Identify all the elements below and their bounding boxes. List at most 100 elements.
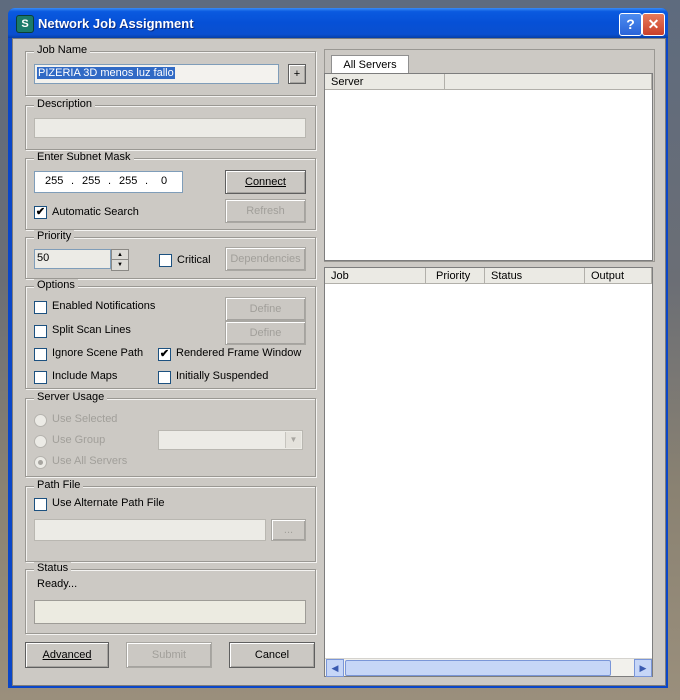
status-text: Ready... bbox=[37, 578, 78, 590]
job-name-group: Job Name PIZERIA 3D menos luz fallo + bbox=[25, 44, 316, 96]
use-selected-label: Use Selected bbox=[52, 413, 118, 425]
include-maps-label: Include Maps bbox=[52, 370, 118, 382]
refresh-button[interactable]: Refresh bbox=[225, 199, 306, 223]
use-group-label: Use Group bbox=[52, 434, 106, 446]
scroll-left-icon[interactable]: ◀ bbox=[326, 659, 344, 677]
enabled-notifications-label: Enabled Notifications bbox=[52, 300, 156, 312]
subnet-octet-3: 255 bbox=[119, 175, 138, 187]
options-group: Options Enabled Notifications Define Spl… bbox=[25, 279, 316, 389]
job-name-group-title: Job Name bbox=[34, 44, 91, 56]
description-group: Description bbox=[25, 98, 316, 150]
use-selected-radio[interactable] bbox=[34, 414, 47, 427]
job-name-value: PIZERIA 3D menos luz fallo bbox=[37, 67, 175, 79]
use-all-servers-radio[interactable] bbox=[34, 456, 47, 469]
subnet-mask-group-title: Enter Subnet Mask bbox=[34, 151, 134, 163]
priority-input[interactable]: 50 bbox=[34, 249, 111, 269]
status-progress-bar bbox=[34, 600, 306, 624]
tab-all-servers-label: All Servers bbox=[343, 59, 397, 71]
window-title: Network Job Assignment bbox=[38, 16, 194, 31]
rendered-frame-window-label: Rendered Frame Window bbox=[176, 347, 302, 359]
server-usage-group-title: Server Usage bbox=[34, 391, 108, 403]
automatic-search-label: Automatic Search bbox=[52, 206, 139, 218]
output-column-header[interactable]: Output bbox=[585, 268, 652, 284]
connect-label: Connect bbox=[245, 176, 286, 188]
server-extra-column-header[interactable] bbox=[445, 74, 652, 90]
status-group: Status Ready... bbox=[25, 562, 316, 634]
job-list-scrollbar[interactable]: ◀ ▶ bbox=[325, 658, 652, 677]
server-column-label: Server bbox=[331, 76, 364, 88]
status-column-header[interactable]: Status bbox=[485, 268, 585, 284]
browse-path-label: ... bbox=[283, 524, 294, 536]
subnet-dot-1: . bbox=[71, 175, 75, 187]
job-column-header[interactable]: Job bbox=[325, 268, 426, 284]
description-input[interactable] bbox=[34, 118, 306, 138]
subnet-dot-2: . bbox=[108, 175, 112, 187]
job-name-input[interactable]: PIZERIA 3D menos luz fallo bbox=[34, 64, 279, 84]
refresh-label: Refresh bbox=[246, 205, 285, 217]
priority-group-title: Priority bbox=[34, 230, 75, 242]
split-scan-lines-label: Split Scan Lines bbox=[52, 324, 131, 336]
enabled-notifications-checkbox[interactable] bbox=[34, 301, 47, 314]
split-scan-lines-checkbox[interactable] bbox=[34, 325, 47, 338]
help-button[interactable]: ? bbox=[619, 13, 642, 36]
connect-button[interactable]: Connect bbox=[225, 170, 306, 194]
define-scan-lines-button[interactable]: Define bbox=[225, 321, 306, 345]
group-select[interactable]: ▼ bbox=[158, 430, 303, 450]
server-usage-group: Server Usage Use Selected Use Group ▼ Us… bbox=[25, 391, 316, 477]
app-icon: S bbox=[16, 15, 34, 33]
rendered-frame-window-checkbox[interactable]: ✔ bbox=[158, 348, 171, 361]
initially-suspended-checkbox[interactable] bbox=[158, 371, 171, 384]
ignore-scene-path-label: Ignore Scene Path bbox=[52, 347, 144, 359]
priority-value: 50 bbox=[37, 252, 50, 264]
browse-path-button[interactable]: ... bbox=[271, 519, 306, 541]
use-alternate-path-label: Use Alternate Path File bbox=[52, 497, 165, 509]
subnet-octet-1: 255 bbox=[45, 175, 64, 187]
dependencies-label: Dependencies bbox=[230, 253, 301, 265]
priority-down-icon[interactable]: ▼ bbox=[111, 259, 129, 271]
status-group-title: Status bbox=[34, 562, 72, 574]
close-button[interactable]: ✕ bbox=[642, 13, 665, 36]
path-file-input[interactable] bbox=[34, 519, 266, 541]
chevron-down-icon[interactable]: ▼ bbox=[285, 432, 301, 448]
path-file-group-title: Path File bbox=[34, 479, 84, 491]
job-column-label: Job bbox=[331, 270, 349, 282]
cancel-button[interactable]: Cancel bbox=[229, 642, 315, 668]
automatic-search-checkbox[interactable]: ✔ bbox=[34, 206, 47, 219]
description-group-title: Description bbox=[34, 98, 96, 110]
options-group-title: Options bbox=[34, 279, 78, 291]
critical-checkbox[interactable] bbox=[159, 254, 172, 267]
subnet-mask-input[interactable]: 255 . 255 . 255 . 0 bbox=[34, 171, 183, 193]
define-notifications-label: Define bbox=[249, 303, 282, 315]
submit-button[interactable]: Submit bbox=[126, 642, 212, 668]
path-file-group: Path File Use Alternate Path File ... bbox=[25, 479, 316, 562]
priority-group: Priority 50 ▲ ▼ Critical Dependencies bbox=[25, 230, 316, 279]
tab-all-servers[interactable]: All Servers bbox=[331, 55, 409, 74]
subnet-octet-2: 255 bbox=[82, 175, 101, 187]
use-alternate-path-checkbox[interactable] bbox=[34, 498, 47, 511]
submit-label: Submit bbox=[151, 649, 187, 661]
scroll-right-icon[interactable]: ▶ bbox=[634, 659, 652, 677]
add-job-name-button[interactable]: + bbox=[288, 64, 306, 84]
server-list[interactable]: Server bbox=[324, 73, 653, 261]
define-notifications-button[interactable]: Define bbox=[225, 297, 306, 321]
ignore-scene-path-checkbox[interactable] bbox=[34, 348, 47, 361]
advanced-button[interactable]: Advanced bbox=[25, 642, 109, 668]
priority-column-header[interactable]: Priority bbox=[426, 268, 485, 284]
dialog-client-area: Job Name PIZERIA 3D menos luz fallo + De… bbox=[12, 38, 666, 686]
subnet-octet-4: 0 bbox=[161, 175, 168, 187]
output-column-label: Output bbox=[591, 270, 625, 282]
advanced-label: Advanced bbox=[42, 649, 92, 661]
subnet-mask-group: Enter Subnet Mask 255 . 255 . 255 . 0 Co… bbox=[25, 151, 316, 230]
scroll-thumb[interactable] bbox=[345, 660, 611, 676]
job-list[interactable]: Job Priority Status Output ◀ ▶ bbox=[324, 267, 653, 677]
initially-suspended-label: Initially Suspended bbox=[176, 370, 269, 382]
cancel-label: Cancel bbox=[254, 649, 290, 661]
priority-column-label: Priority bbox=[436, 270, 471, 282]
include-maps-checkbox[interactable] bbox=[34, 371, 47, 384]
server-column-header[interactable]: Server bbox=[325, 74, 445, 90]
subnet-dot-3: . bbox=[145, 175, 149, 187]
dependencies-button[interactable]: Dependencies bbox=[225, 247, 306, 271]
network-job-assignment-window: S Network Job Assignment ? ✕ Job Name PI… bbox=[8, 8, 668, 688]
use-group-radio[interactable] bbox=[34, 435, 47, 448]
title-bar[interactable]: S Network Job Assignment ? ✕ bbox=[8, 8, 668, 38]
